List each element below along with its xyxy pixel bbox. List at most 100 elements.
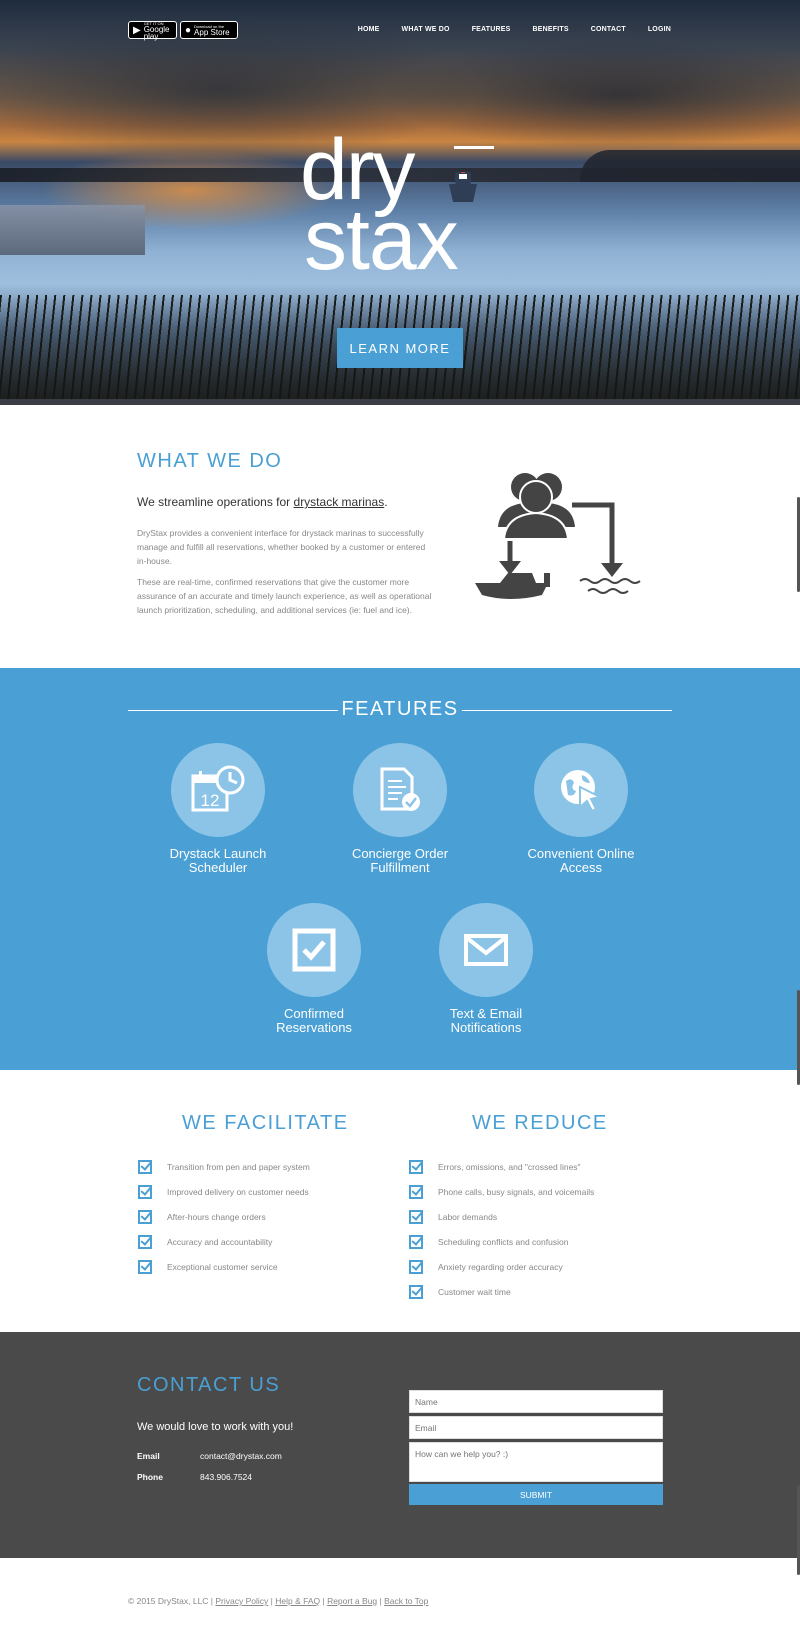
feature-concierge-order: Concierge Order Fulfillment [320, 743, 480, 875]
feature-label-line: Concierge Order [351, 846, 449, 861]
feature-label-line: Drystack Launch [169, 846, 267, 861]
what-we-do-paragraph-1: DryStax provides a convenient interface … [137, 528, 426, 566]
feature-label: Drystack Launch Scheduler [138, 847, 298, 875]
features-title: FEATURES [341, 698, 459, 720]
back-to-top-link[interactable]: Back to Top [384, 1596, 428, 1606]
contact-section: CONTACT US We would love to work with yo… [0, 1332, 800, 1558]
apple-icon: ● [185, 24, 192, 36]
nav-features[interactable]: FEATURES [472, 26, 511, 33]
contact-email-value[interactable]: contact@drystax.com [200, 1451, 282, 1461]
list-item: Accuracy and accountability [138, 1229, 310, 1254]
google-play-badge-label: Google play [143, 24, 170, 41]
operations-diagram-icon [475, 473, 641, 599]
list-item-text: Customer wait time [438, 1286, 511, 1297]
contact-phone-label: Phone [137, 1472, 163, 1482]
privacy-policy-link[interactable]: Privacy Policy [215, 1596, 268, 1606]
benefits-section: WE FACILITATE WE REDUCE Transition from … [0, 1070, 800, 1332]
feature-label-line: Fulfillment [370, 860, 430, 875]
what-we-do-title: WHAT WE DO [137, 450, 283, 472]
nav-benefits[interactable]: BENEFITS [533, 26, 569, 33]
logo-word-stax: stax [304, 192, 459, 288]
report-bug-link[interactable]: Report a Bug [327, 1596, 377, 1606]
list-item-text: Exceptional customer service [167, 1261, 278, 1272]
check-icon [138, 1159, 152, 1174]
calendar-day-number: 12 [201, 791, 220, 810]
list-item: Scheduling conflicts and confusion [409, 1229, 594, 1254]
main-nav: HOME WHAT WE DO FEATURES BENEFITS CONTAC… [336, 26, 671, 33]
app-store-badges: ▶ GET IT ON Google play ● Download on th… [128, 21, 238, 41]
feature-label: Text & Email Notifications [406, 1007, 566, 1035]
feature-circle [534, 743, 628, 837]
contact-email-row: Email contact@drystax.com [137, 1451, 282, 1461]
list-item-text: After-hours change orders [167, 1211, 266, 1222]
hero-shoreline [580, 150, 800, 182]
feature-label: Concierge Order Fulfillment [320, 847, 480, 875]
list-item: Exceptional customer service [138, 1254, 310, 1279]
feature-launch-scheduler: 12 Drystack Launch Scheduler [138, 743, 298, 875]
google-play-badge[interactable]: ▶ GET IT ON Google play [128, 21, 177, 41]
what-we-do-section: WHAT WE DO We streamline operations for … [0, 405, 800, 668]
drystack-marinas-link[interactable]: drystack marinas [294, 495, 385, 509]
nav-login[interactable]: LOGIN [648, 26, 671, 33]
app-store-badge[interactable]: ● Download on the App Store [180, 21, 238, 39]
logo-slash [454, 146, 494, 149]
email-input[interactable] [409, 1416, 663, 1439]
check-icon [409, 1209, 423, 1224]
globe-cursor-icon [561, 770, 603, 813]
feature-label-line: Scheduler [188, 860, 248, 875]
feature-circle [439, 903, 533, 997]
app-store-badge-label: App Store [194, 28, 230, 37]
submit-button[interactable]: SUBMIT [409, 1484, 663, 1505]
feature-label-line: Notifications [450, 1020, 522, 1035]
features-rule-right [462, 710, 672, 711]
message-textarea[interactable] [409, 1442, 663, 1482]
check-icon [138, 1234, 152, 1249]
list-item-text: Phone calls, busy signals, and voicemail… [438, 1186, 595, 1197]
copyright-text: © 2015 DryStax, LLC | [128, 1596, 214, 1606]
contact-title: CONTACT US [137, 1374, 281, 1396]
learn-more-button[interactable]: LEARN MORE [337, 328, 463, 368]
footer: © 2015 DryStax, LLC | Privacy Policy | H… [0, 1558, 800, 1643]
nav-contact[interactable]: CONTACT [591, 26, 626, 33]
features-section: FEATURES 12 Drystack Launch Scheduler Co… [0, 668, 800, 1070]
feature-confirmed-reservations: Confirmed Reservations [234, 903, 394, 1035]
list-item-text: Transition from pen and paper system [167, 1161, 310, 1172]
list-item: Transition from pen and paper system [138, 1154, 310, 1179]
google-play-icon: ▶ [133, 24, 141, 36]
contact-phone-value[interactable]: 843.906.7524 [200, 1472, 252, 1482]
facilitate-list: Transition from pen and paper system Imp… [138, 1154, 310, 1279]
footer-text: © 2015 DryStax, LLC | Privacy Policy | H… [128, 1596, 429, 1606]
list-item-text: Accuracy and accountability [167, 1236, 273, 1247]
we-reduce-title: WE REDUCE [472, 1112, 608, 1134]
nav-home[interactable]: HOME [358, 26, 380, 33]
features-rule-left [128, 710, 338, 711]
name-input[interactable] [409, 1390, 663, 1413]
list-item: Phone calls, busy signals, and voicemail… [409, 1179, 594, 1204]
check-icon [409, 1234, 423, 1249]
reduce-list: Errors, omissions, and "crossed lines" P… [409, 1154, 594, 1304]
feature-circle [353, 743, 447, 837]
feature-label-line: Access [560, 860, 602, 875]
list-item: Errors, omissions, and "crossed lines" [409, 1154, 594, 1179]
list-item: After-hours change orders [138, 1204, 310, 1229]
contact-phone-row: Phone 843.906.7524 [137, 1472, 252, 1482]
list-item: Anxiety regarding order accuracy [409, 1254, 594, 1279]
list-item: Customer wait time [409, 1279, 594, 1304]
document-check-icon [380, 767, 420, 811]
lead-prefix: We streamline operations for [137, 495, 294, 509]
hero-pier [0, 205, 145, 255]
contact-email-label: Email [137, 1451, 160, 1461]
lead-suffix: . [384, 495, 388, 509]
what-we-do-lead: We streamline operations for drystack ma… [137, 495, 388, 509]
check-icon [138, 1259, 152, 1274]
feature-label: Confirmed Reservations [234, 1007, 394, 1035]
check-icon [138, 1209, 152, 1224]
nav-what-we-do[interactable]: WHAT WE DO [402, 26, 450, 33]
help-faq-link[interactable]: Help & FAQ [275, 1596, 320, 1606]
checkbox-icon [292, 928, 336, 972]
check-icon [409, 1284, 423, 1299]
feature-online-access: Convenient Online Access [501, 743, 661, 875]
feature-label-line: Text & Email [449, 1006, 523, 1021]
check-icon [409, 1184, 423, 1199]
list-item-text: Errors, omissions, and "crossed lines" [438, 1161, 581, 1172]
